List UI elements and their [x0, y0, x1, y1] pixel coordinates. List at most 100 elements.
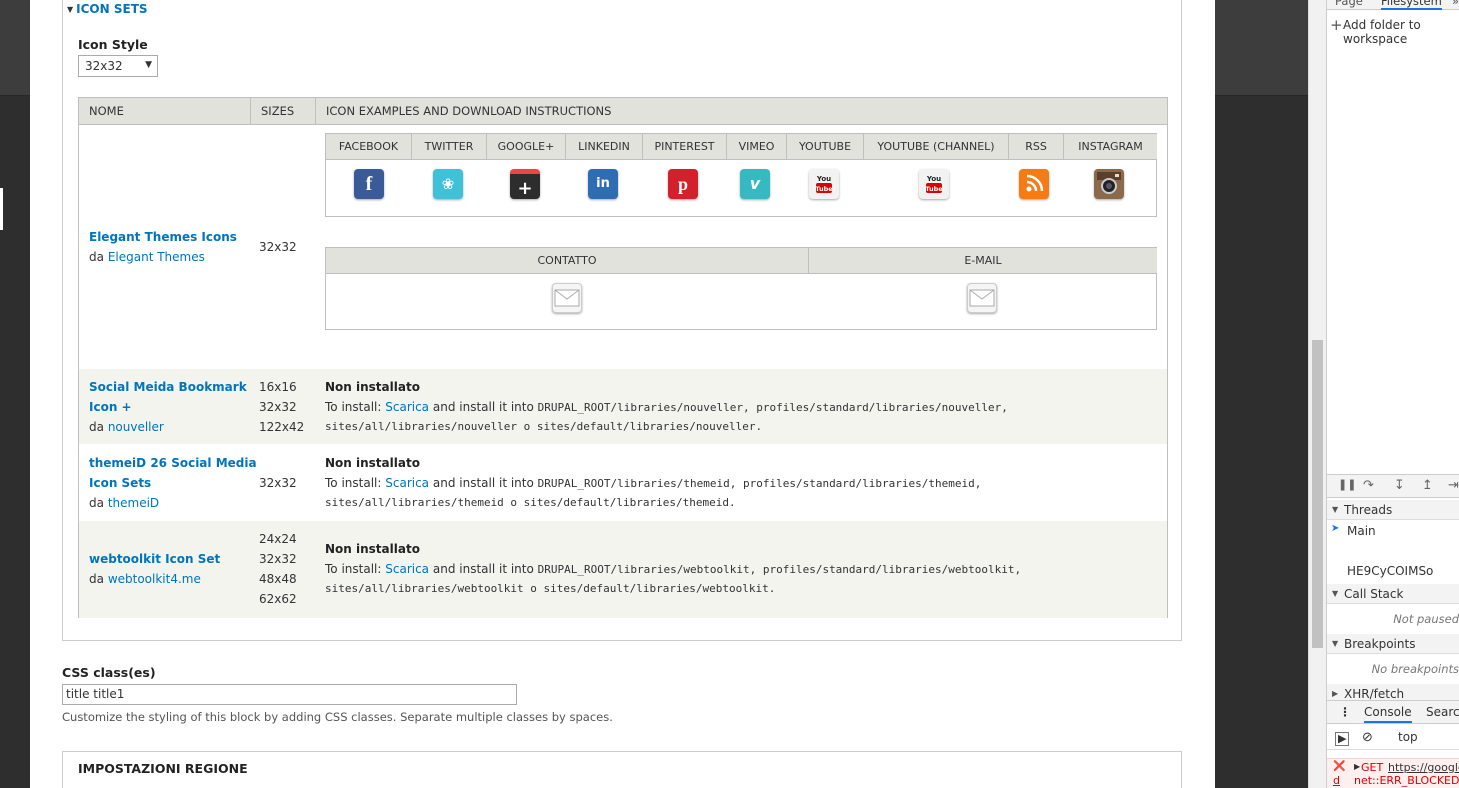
icon-set-name-cont[interactable]: Icon Sets: [89, 473, 151, 493]
sidebar-toggle-icon[interactable]: ▶: [1335, 732, 1350, 746]
plus-icon[interactable]: +: [1330, 16, 1343, 34]
step-over-icon[interactable]: ↷: [1363, 478, 1374, 493]
step-icon[interactable]: ⇥: [1448, 478, 1459, 493]
console-error-message: ❌ ▶ GET https://googleads d net::ERR_BLO…: [1327, 758, 1459, 788]
tab-page[interactable]: Page: [1335, 0, 1363, 8]
vimeo-icon: v: [740, 169, 770, 199]
tab-more[interactable]: »: [1452, 0, 1459, 8]
download-link[interactable]: Scarica: [385, 476, 429, 490]
icon-set-name[interactable]: Social Meida Bookmark: [89, 377, 247, 397]
icon-set-size: 62x62: [259, 592, 297, 606]
youtube-icon: You Tube: [809, 169, 839, 199]
clear-console-icon[interactable]: ⊘: [1362, 730, 1373, 745]
left-gutter: [0, 0, 30, 788]
error-icon: ❌: [1333, 761, 1346, 772]
install-status: Non installato: [325, 542, 420, 556]
install-status: Non installato: [325, 380, 420, 394]
tab-search[interactable]: Search: [1426, 705, 1459, 719]
block-config-form: ▼ ICON SETS Icon Style 32x32 ▼ NOME SIZES…: [30, 0, 1215, 788]
download-link[interactable]: Scarica: [385, 400, 429, 414]
error-url[interactable]: https://googleads: [1388, 761, 1459, 774]
debugger-controls: ❚❚ ↷ ↧ ↥ ⇥: [1327, 474, 1459, 498]
network-label-twitter: TWITTER: [411, 134, 486, 160]
error-text: net::ERR_BLOCKED: [1354, 774, 1459, 787]
network-label-youtube-channel: YOUTUBE (CHANNEL): [863, 134, 1008, 160]
contact-label-contatto: CONTATTO: [326, 248, 808, 274]
svg-text:You: You: [926, 175, 941, 183]
install-instructions: To install: Scarica and install it into …: [325, 562, 1022, 576]
step-out-icon[interactable]: ↥: [1422, 478, 1433, 493]
error-method: GET: [1361, 761, 1384, 774]
author-link[interactable]: Elegant Themes: [108, 250, 205, 264]
column-header-nome: NOME: [89, 104, 124, 118]
thread-main[interactable]: Main: [1347, 524, 1376, 538]
expand-triangle-icon: ▼: [1332, 505, 1339, 514]
envelope-icon: [552, 283, 582, 313]
table-row: themeiD 26 Social Media Icon Sets da the…: [79, 444, 1167, 521]
twitter-icon: ❀: [433, 169, 463, 199]
tab-console[interactable]: Console: [1364, 705, 1412, 723]
context-selector[interactable]: top: [1398, 730, 1418, 744]
social-icons-table: FACEBOOK TWITTER GOOGLE+ LINKEDIN PINTER…: [325, 133, 1157, 217]
icon-set-size: 16x16: [259, 380, 297, 394]
not-paused-text: Not paused: [1393, 612, 1459, 626]
author-link[interactable]: nouveller: [108, 420, 164, 434]
breakpoints-section[interactable]: ▼ Breakpoints: [1327, 634, 1459, 654]
scrollbar-thumb[interactable]: [1312, 340, 1323, 648]
devtools-panel: Page Filesystem » + Add folder to worksp…: [1326, 0, 1459, 788]
icon-set-name[interactable]: webtoolkit Icon Set: [89, 549, 220, 569]
author-link[interactable]: webtoolkit4.me: [108, 572, 201, 586]
table-header: NOME SIZES ICON EXAMPLES AND DOWNLOAD IN…: [79, 98, 1167, 125]
network-label-rss: RSS: [1008, 134, 1063, 160]
threads-section[interactable]: ▼ Threads: [1327, 500, 1459, 520]
expand-triangle-icon[interactable]: ▶: [1354, 762, 1360, 771]
rss-icon: [1019, 169, 1049, 199]
email-envelope-icon: [967, 283, 997, 313]
column-header-sizes: SIZES: [250, 98, 315, 125]
icon-style-select[interactable]: 32x32 ▼: [78, 55, 158, 77]
drawer-menu-icon[interactable]: ⋮: [1339, 705, 1351, 719]
icon-set-name[interactable]: Elegant Themes Icons: [89, 227, 237, 247]
thread-worker[interactable]: HE9CyCOIMSo: [1347, 564, 1433, 578]
step-into-icon[interactable]: ↧: [1394, 478, 1405, 493]
install-paths: sites/all/libraries/nouveller o sites/de…: [325, 420, 763, 433]
network-label-vimeo: VIMEO: [726, 134, 786, 160]
contact-icons-table: CONTATTO E-MAIL: [325, 247, 1157, 330]
console-toolbar: ▶ ⊘ top: [1327, 726, 1459, 750]
icon-set-size: 122x42: [259, 420, 305, 434]
icon-sets-legend[interactable]: ▼ ICON SETS: [67, 2, 148, 16]
expand-triangle-icon: ▼: [1332, 639, 1339, 648]
table-row: webtoolkit Icon Set da webtoolkit4.me 24…: [79, 521, 1167, 618]
call-stack-section[interactable]: ▼ Call Stack: [1327, 584, 1459, 604]
pinterest-icon: p: [668, 169, 698, 199]
left-toolbar-band: [0, 0, 30, 96]
svg-text:Tube: Tube: [925, 185, 943, 193]
column-header-icon-examples: ICON EXAMPLES AND DOWNLOAD INSTRUCTIONS: [315, 98, 1168, 125]
drawer-tabs: ⋮ Console Search: [1327, 700, 1459, 724]
right-gutter: [1215, 0, 1308, 788]
network-label-facebook: FACEBOOK: [326, 134, 411, 160]
add-folder-button[interactable]: Add folder to workspace: [1343, 18, 1459, 46]
install-instructions: To install: Scarica and install it into …: [325, 476, 982, 490]
download-link[interactable]: Scarica: [385, 562, 429, 576]
left-edge-marker: [0, 188, 3, 230]
svg-text:Tube: Tube: [815, 185, 833, 193]
facebook-icon: f: [354, 169, 384, 199]
icon-style-label: Icon Style: [78, 37, 148, 52]
page-scrollbar[interactable]: [1308, 0, 1326, 788]
network-label-googleplus: GOOGLE+: [486, 134, 565, 160]
author-link[interactable]: themeiD: [108, 496, 159, 510]
icon-set-size: 24x24: [259, 532, 297, 546]
network-label-pinterest: PINTEREST: [642, 134, 726, 160]
tab-filesystem[interactable]: Filesystem: [1381, 0, 1442, 10]
table-row: Elegant Themes Icons da Elegant Themes 3…: [79, 126, 1167, 369]
icon-set-name[interactable]: themeiD 26 Social Media: [89, 453, 257, 473]
contact-label-email: E-MAIL: [808, 248, 1157, 274]
region-settings-title[interactable]: IMPOSTAZIONI REGIONE: [78, 761, 248, 776]
icon-set-size: 32x32: [259, 552, 297, 566]
css-classes-input[interactable]: title title1: [62, 684, 517, 705]
icon-set-name-cont[interactable]: Icon +: [89, 397, 132, 417]
install-paths: sites/all/libraries/webtoolkit o sites/d…: [325, 582, 776, 595]
pause-icon[interactable]: ❚❚: [1338, 478, 1356, 491]
network-label-youtube: YOUTUBE: [786, 134, 863, 160]
